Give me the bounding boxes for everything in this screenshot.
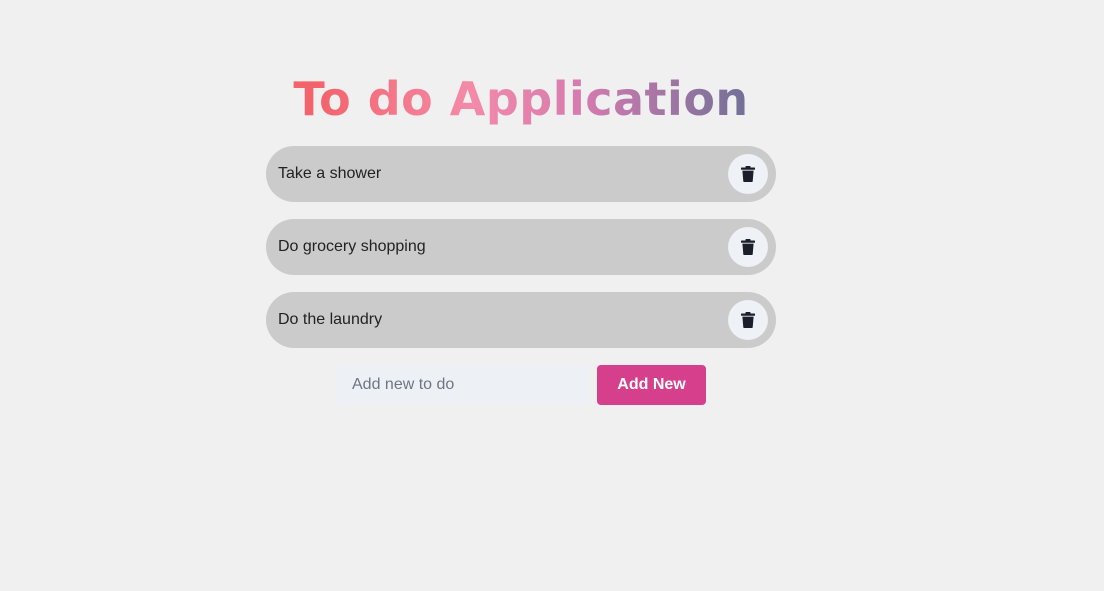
delete-button[interactable] — [728, 227, 768, 267]
todo-item: Do grocery shopping — [266, 219, 776, 275]
todo-item: Do the laundry — [266, 292, 776, 348]
trash-icon — [741, 166, 755, 182]
todo-text: Do grocery shopping — [278, 238, 426, 255]
trash-icon — [741, 312, 755, 328]
delete-button[interactable] — [728, 300, 768, 340]
add-new-button[interactable]: Add New — [597, 365, 706, 405]
todo-item: Take a shower — [266, 146, 776, 202]
add-todo-form: Add New — [266, 365, 776, 405]
page-title: To do Application — [266, 68, 776, 130]
todo-text: Take a shower — [278, 165, 382, 182]
trash-icon — [741, 239, 755, 255]
new-todo-input[interactable] — [336, 365, 590, 405]
todo-app: To do Application Take a shower Do groce… — [266, 68, 776, 405]
delete-button[interactable] — [728, 154, 768, 194]
todo-text: Do the laundry — [278, 311, 383, 328]
todo-list: Take a shower Do grocery shopping Do the… — [266, 146, 776, 348]
